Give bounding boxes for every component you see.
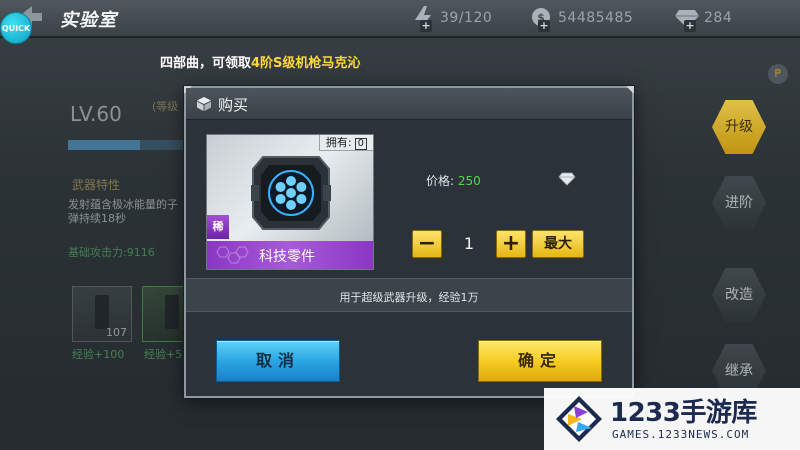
cancel-button[interactable]: 取消 (216, 340, 340, 382)
diamond-icon (558, 172, 576, 186)
weapon-level-sub: (等级 (152, 100, 179, 113)
decrease-quantity-button[interactable]: − (412, 230, 442, 258)
add-gem-icon[interactable]: + (684, 20, 696, 32)
description-strip: 用于超级武器升级，经验1万 (186, 278, 632, 312)
box-icon (197, 97, 211, 111)
gold-badge-icon[interactable]: ₱ (768, 64, 788, 84)
notice-highlight: 4阶S级机枪马克沁 (251, 56, 361, 71)
energy-value: 39/120 (440, 10, 493, 26)
advance-tab[interactable]: 进阶 (712, 176, 766, 230)
notice-prefix: 四部曲，可领取 (160, 56, 252, 71)
item-description: 用于超级武器升级，经验1万 (339, 291, 479, 304)
purchase-dialog: 购买 拥有: 0 稀 科技零件 价格: 250 − 1 + 最大 用于超级武器升… (184, 86, 634, 398)
watermark: 1233手游库 GAMES.1233NEWS.COM (544, 388, 800, 450)
increase-quantity-button[interactable]: + (496, 230, 526, 258)
item-name-bar: 科技零件 (207, 241, 373, 269)
modify-tab[interactable]: 改造 (712, 268, 766, 322)
owned-label: 拥有: (325, 136, 352, 149)
weapon-icon (95, 295, 109, 329)
weapon-level: LV.60 (70, 102, 122, 126)
trait-title: 武器特性 (72, 178, 121, 192)
dialog-title: 购买 (218, 96, 249, 114)
add-energy-icon[interactable]: + (420, 20, 432, 32)
price-value: 250 (457, 174, 481, 188)
watermark-url: GAMES.1233NEWS.COM (612, 428, 750, 441)
base-attack: 基础攻击力:9116 (68, 246, 155, 259)
exp-bar (68, 140, 188, 150)
material-card[interactable]: 107 (72, 286, 132, 342)
watermark-brand: 1233手游库 (610, 398, 757, 428)
hex-pattern-icon (216, 246, 249, 264)
price: 价格: 250 (426, 172, 481, 189)
owned-value: 0 (354, 138, 367, 150)
item-name: 科技零件 (259, 249, 315, 265)
rarity-badge: 稀 (207, 215, 229, 239)
owned-count: 拥有: 0 (318, 135, 373, 151)
gold-value: 54485485 (558, 10, 634, 26)
quantity-value[interactable]: 1 (444, 230, 494, 258)
material-count: 107 (106, 326, 127, 339)
weapon-icon (165, 295, 179, 329)
max-quantity-button[interactable]: 最大 (532, 230, 584, 258)
price-label: 价格: (426, 174, 455, 188)
tech-part-icon (251, 156, 331, 230)
material-exp: 经验+5 (144, 348, 183, 361)
quick-button[interactable]: QUICK (0, 12, 32, 44)
top-bar: 实验室 + 39/120 $ + 54485485 + 284 (0, 0, 800, 38)
scrolling-notice: 四部曲，可领取4阶S级机枪马克沁 (160, 52, 360, 72)
add-gold-icon[interactable]: + (538, 20, 550, 32)
page-title: 实验室 (60, 10, 117, 31)
trait-description: 发射蕴含极冰能量的子弹持续18秒 (68, 198, 178, 225)
gem-value: 284 (704, 10, 733, 26)
upgrade-tab[interactable]: 升级 (712, 100, 766, 154)
material-exp: 经验+100 (72, 348, 125, 361)
dialog-header: 购买 (186, 88, 632, 120)
item-card: 拥有: 0 稀 科技零件 (206, 134, 374, 270)
brand-logo-icon (556, 396, 602, 442)
confirm-button[interactable]: 确定 (478, 340, 602, 382)
